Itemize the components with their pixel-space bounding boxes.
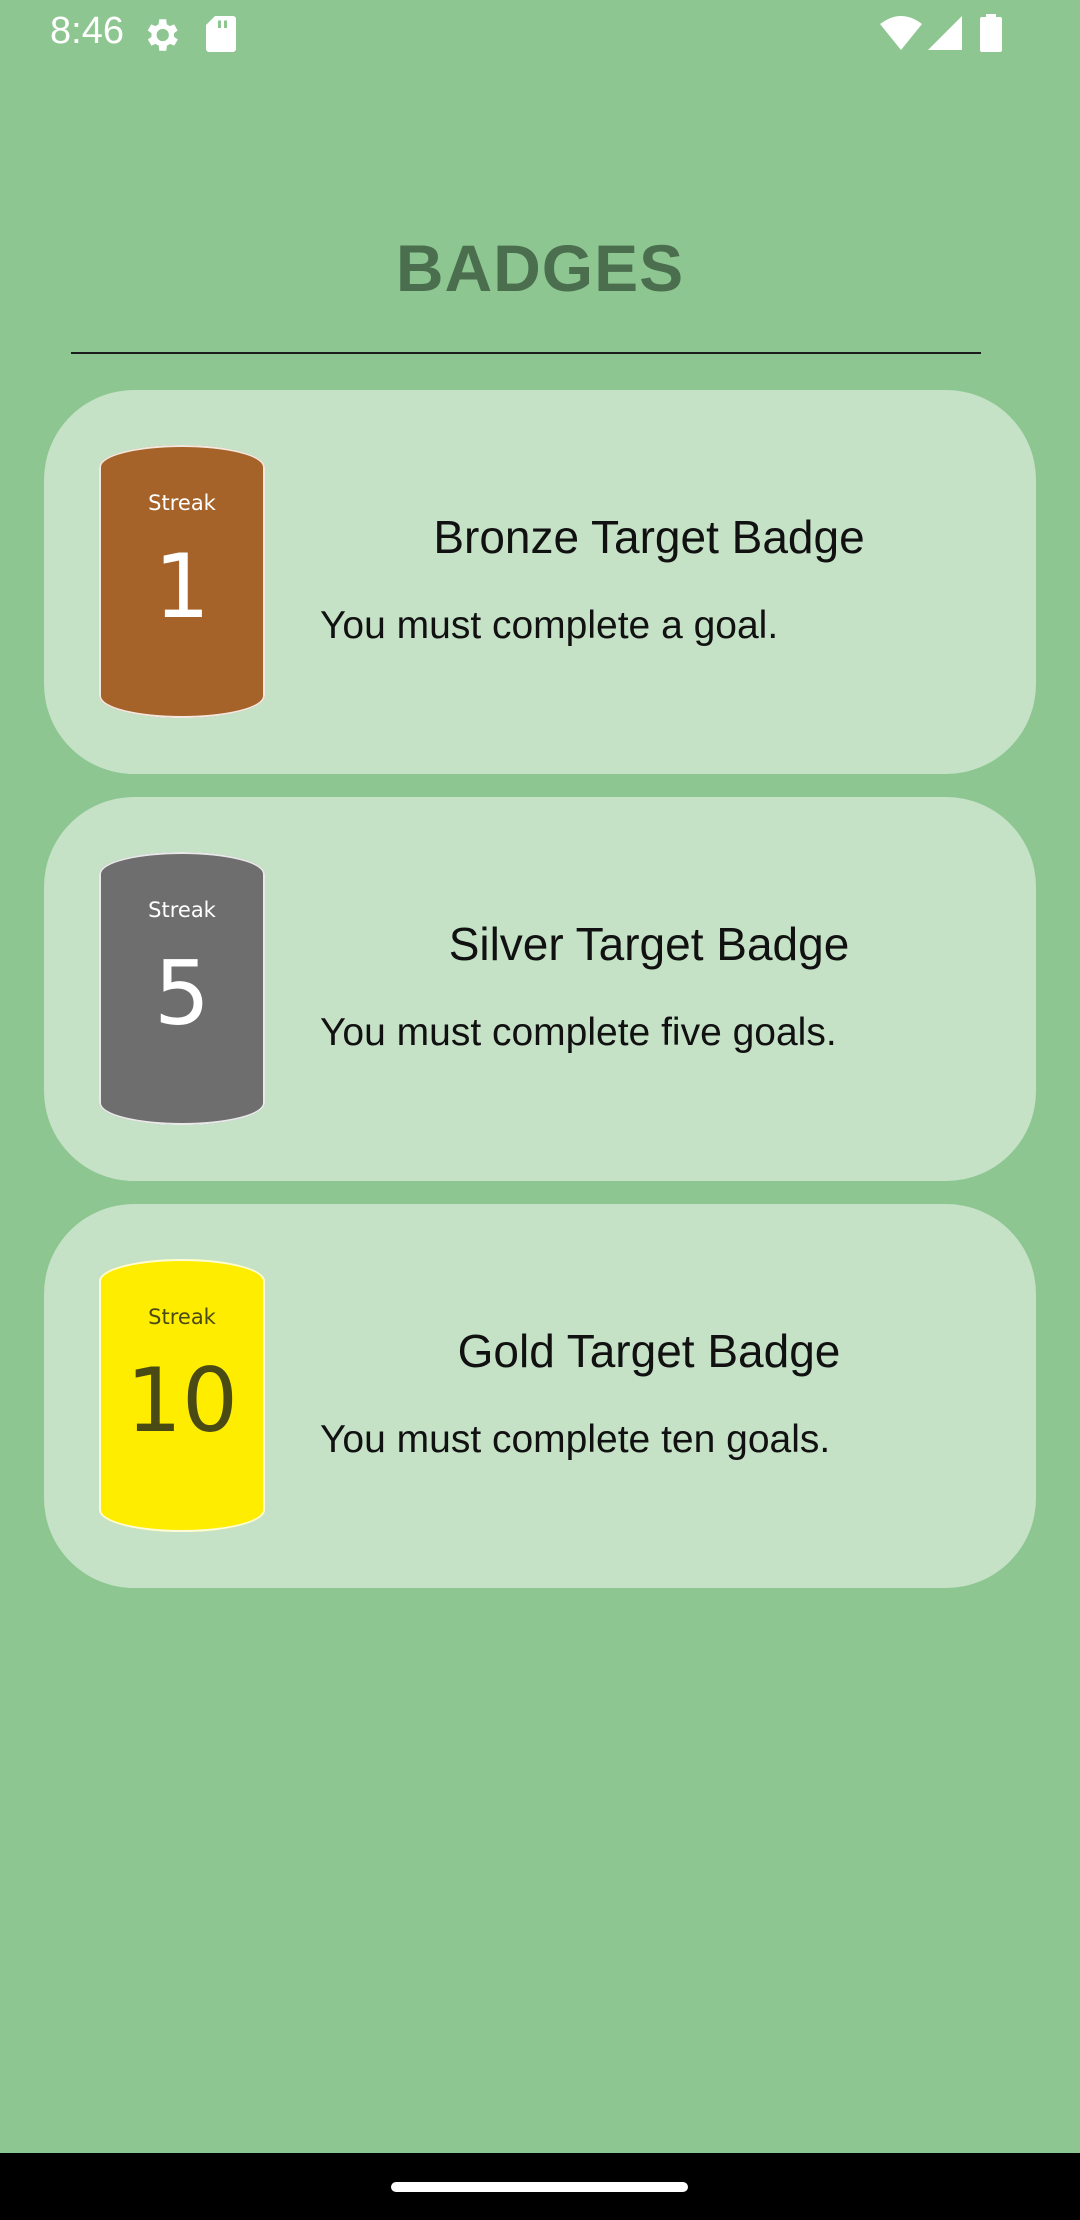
badge-title: Bronze Target Badge	[433, 511, 865, 563]
badge-streak-value: 5	[154, 942, 210, 1045]
badge-title: Gold Target Badge	[457, 1325, 841, 1377]
title-divider	[71, 352, 981, 354]
cell-signal-icon	[928, 16, 962, 55]
gold-badge-icon: Streak 10	[99, 1259, 265, 1532]
badge-streak-value: 1	[154, 535, 210, 638]
status-time: 8:46	[50, 10, 124, 52]
badge-card-gold[interactable]: Streak 10 Gold Target Badge You must com…	[44, 1204, 1036, 1588]
badge-card-silver[interactable]: Streak 5 Silver Target Badge You must co…	[44, 797, 1036, 1181]
battery-icon	[980, 14, 1002, 57]
badge-title: Silver Target Badge	[448, 918, 850, 970]
badge-streak-value: 10	[126, 1349, 238, 1452]
status-bar: 8:46	[0, 0, 1080, 66]
sd-card-icon	[206, 16, 236, 57]
badge-streak-label: Streak	[148, 898, 216, 922]
badge-card-bronze[interactable]: Streak 1 Bronze Target Badge You must co…	[44, 390, 1036, 774]
wifi-icon	[880, 16, 922, 55]
settings-icon	[140, 14, 182, 61]
bronze-badge-icon: Streak 1	[99, 445, 265, 718]
badge-description: You must complete a goal.	[320, 604, 779, 647]
badge-streak-label: Streak	[148, 1305, 216, 1329]
badge-description: You must complete five goals.	[320, 1011, 837, 1054]
home-gesture-handle[interactable]	[391, 2182, 688, 2192]
page-title: BADGES	[395, 231, 685, 305]
badge-description: You must complete ten goals.	[320, 1418, 831, 1461]
silver-badge-icon: Streak 5	[99, 852, 265, 1125]
badge-streak-label: Streak	[148, 491, 216, 515]
navigation-bar	[0, 2153, 1080, 2220]
